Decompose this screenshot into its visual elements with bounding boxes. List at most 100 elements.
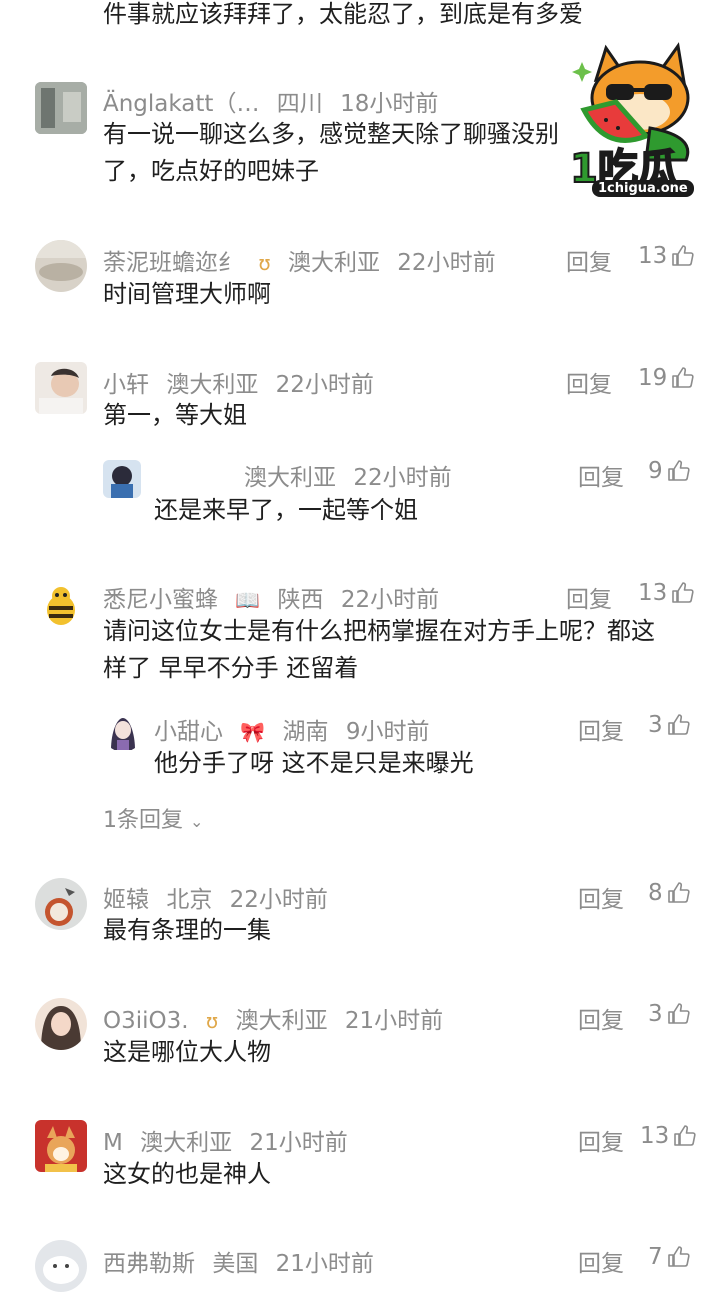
comment-meta: 小轩 澳大利亚 22小时前 [103,365,384,399]
like-count: 13 [638,243,668,269]
thumb-up-icon [667,459,691,483]
ribbon-badge-icon: ʊ [258,251,271,275]
like-button[interactable]: 13 [638,580,695,606]
like-button[interactable]: 3 [648,1001,691,1027]
timestamp: 9小时前 [345,719,430,745]
timestamp: 22小时前 [229,887,328,913]
like-count: 7 [648,1244,663,1270]
comment-text: 第一，等大姐 [103,401,247,429]
like-button[interactable]: 7 [648,1244,691,1270]
watermark-logo: 1吃瓜 1chigua.one [566,40,716,215]
avatar[interactable] [35,1240,87,1292]
username[interactable]: Änglakatt（… [103,91,259,117]
reply-button[interactable]: 回复 [578,1123,624,1157]
reply-text: 还是来早了，一起等个姐 [154,496,418,524]
thumb-up-icon [671,244,695,268]
username[interactable]: M [103,1130,123,1156]
location: 澳大利亚 [166,372,259,398]
thumb-up-icon [667,1002,691,1026]
reply-text: 他分手了呀 这不是只是来曝光 [154,749,474,777]
watermark-url: 1chigua.one [592,180,694,197]
comment-text: 时间管理大师啊 [103,280,271,308]
timestamp: 21小时前 [344,1008,444,1034]
expand-replies-button[interactable]: 1条回复 ⌄ [103,802,203,834]
thumb-up-icon [667,1245,691,1269]
avatar[interactable] [35,998,87,1050]
comment-text: 这是哪位大人物 [103,1038,271,1066]
like-count: 13 [640,1123,670,1149]
like-button[interactable]: 9 [648,458,691,484]
comment-text: 样了 早早不分手 还留着 [103,654,359,682]
timestamp: 22小时前 [275,372,374,398]
comment-text: 了，吃点好的吧妹子 [103,157,319,185]
location: 澳大利亚 [235,1008,328,1034]
like-button[interactable]: 3 [648,712,691,738]
reply-button[interactable]: 回复 [578,1244,624,1278]
expand-replies-label: 1条回复 [103,808,183,833]
like-button[interactable]: 13 [638,243,695,269]
like-count: 3 [648,712,663,738]
thumb-up-icon [671,581,695,605]
location: 北京 [166,887,213,913]
avatar[interactable] [35,580,87,632]
like-button[interactable]: 13 [640,1123,697,1149]
bow-icon: 🎀 [240,720,266,744]
reply-button[interactable]: 回复 [578,458,624,492]
username[interactable]: 西弗勒斯 [103,1251,195,1277]
comment-meta: Änglakatt（… 四川 18小时前 [103,84,448,118]
chevron-down-icon: ⌄ [190,812,204,831]
comment-text: 件事就应该拜拜了，太能忍了，到底是有多爱 [103,0,583,28]
like-button[interactable]: 19 [638,365,695,391]
timestamp: 18小时前 [340,91,439,117]
comment-meta: 西弗勒斯 美国 21小时前 [103,1244,384,1278]
like-count: 19 [638,365,668,391]
comment-meta: 荼泥班蟾迩纟 ʊ 澳大利亚 22小时前 [103,243,506,277]
reply-button[interactable]: 回复 [566,580,612,614]
avatar[interactable] [103,460,141,498]
comment-meta: M 澳大利亚 21小时前 [103,1123,358,1157]
location: 澳大利亚 [140,1130,233,1156]
timestamp: 21小时前 [275,1251,374,1277]
comment-text: 有一说一聊这么多，感觉整天除了聊骚没别 [103,120,559,148]
reply-button[interactable]: 回复 [566,365,612,399]
thumb-up-icon [671,366,695,390]
like-count: 8 [648,880,663,906]
reply-button[interactable]: 回复 [578,1001,624,1035]
like-count: 9 [648,458,663,484]
comment-meta: 悉尼小蜜蜂 📖 陕西 22小时前 [103,580,449,614]
comment-meta: 姬辕 北京 22小时前 [103,880,338,914]
reply-meta: 小甜心 🎀 湖南 9小时前 [154,712,439,746]
username[interactable]: 小甜心 [154,719,223,745]
timestamp: 22小时前 [340,587,440,613]
avatar[interactable] [35,362,87,414]
comment-meta: O3iiO3. ʊ 澳大利亚 21小时前 [103,1001,453,1035]
reply-meta: 澳大利亚 22小时前 [244,458,462,492]
avatar[interactable] [35,1120,87,1172]
username[interactable]: 荼泥班蟾迩纟 [103,250,241,276]
username[interactable]: 姬辕 [103,887,149,913]
thumb-up-icon [667,881,691,905]
comment-text: 最有条理的一集 [103,916,271,944]
location: 澳大利亚 [287,250,380,276]
timestamp: 21小时前 [249,1130,348,1156]
avatar[interactable] [103,712,143,752]
ribbon-badge-icon: ʊ [205,1009,219,1033]
avatar[interactable] [35,240,87,292]
like-count: 13 [638,580,668,606]
username[interactable]: O3iiO3. [103,1008,189,1034]
username[interactable]: 小轩 [103,372,149,398]
avatar[interactable] [35,82,87,134]
location: 湖南 [282,719,329,745]
thumb-up-icon [667,713,691,737]
reply-button[interactable]: 回复 [578,880,624,914]
like-button[interactable]: 8 [648,880,691,906]
location: 澳大利亚 [244,465,336,491]
reply-button[interactable]: 回复 [578,712,624,746]
reply-button[interactable]: 回复 [566,243,612,277]
location: 四川 [276,91,323,117]
comment-text: 这女的也是神人 [103,1160,271,1188]
username[interactable]: 悉尼小蜜蜂 [103,587,218,613]
avatar[interactable] [35,878,87,930]
timestamp: 22小时前 [353,465,452,491]
comment-text: 请问这位女士是有什么把柄掌握在对方手上呢？都这 [103,617,655,645]
